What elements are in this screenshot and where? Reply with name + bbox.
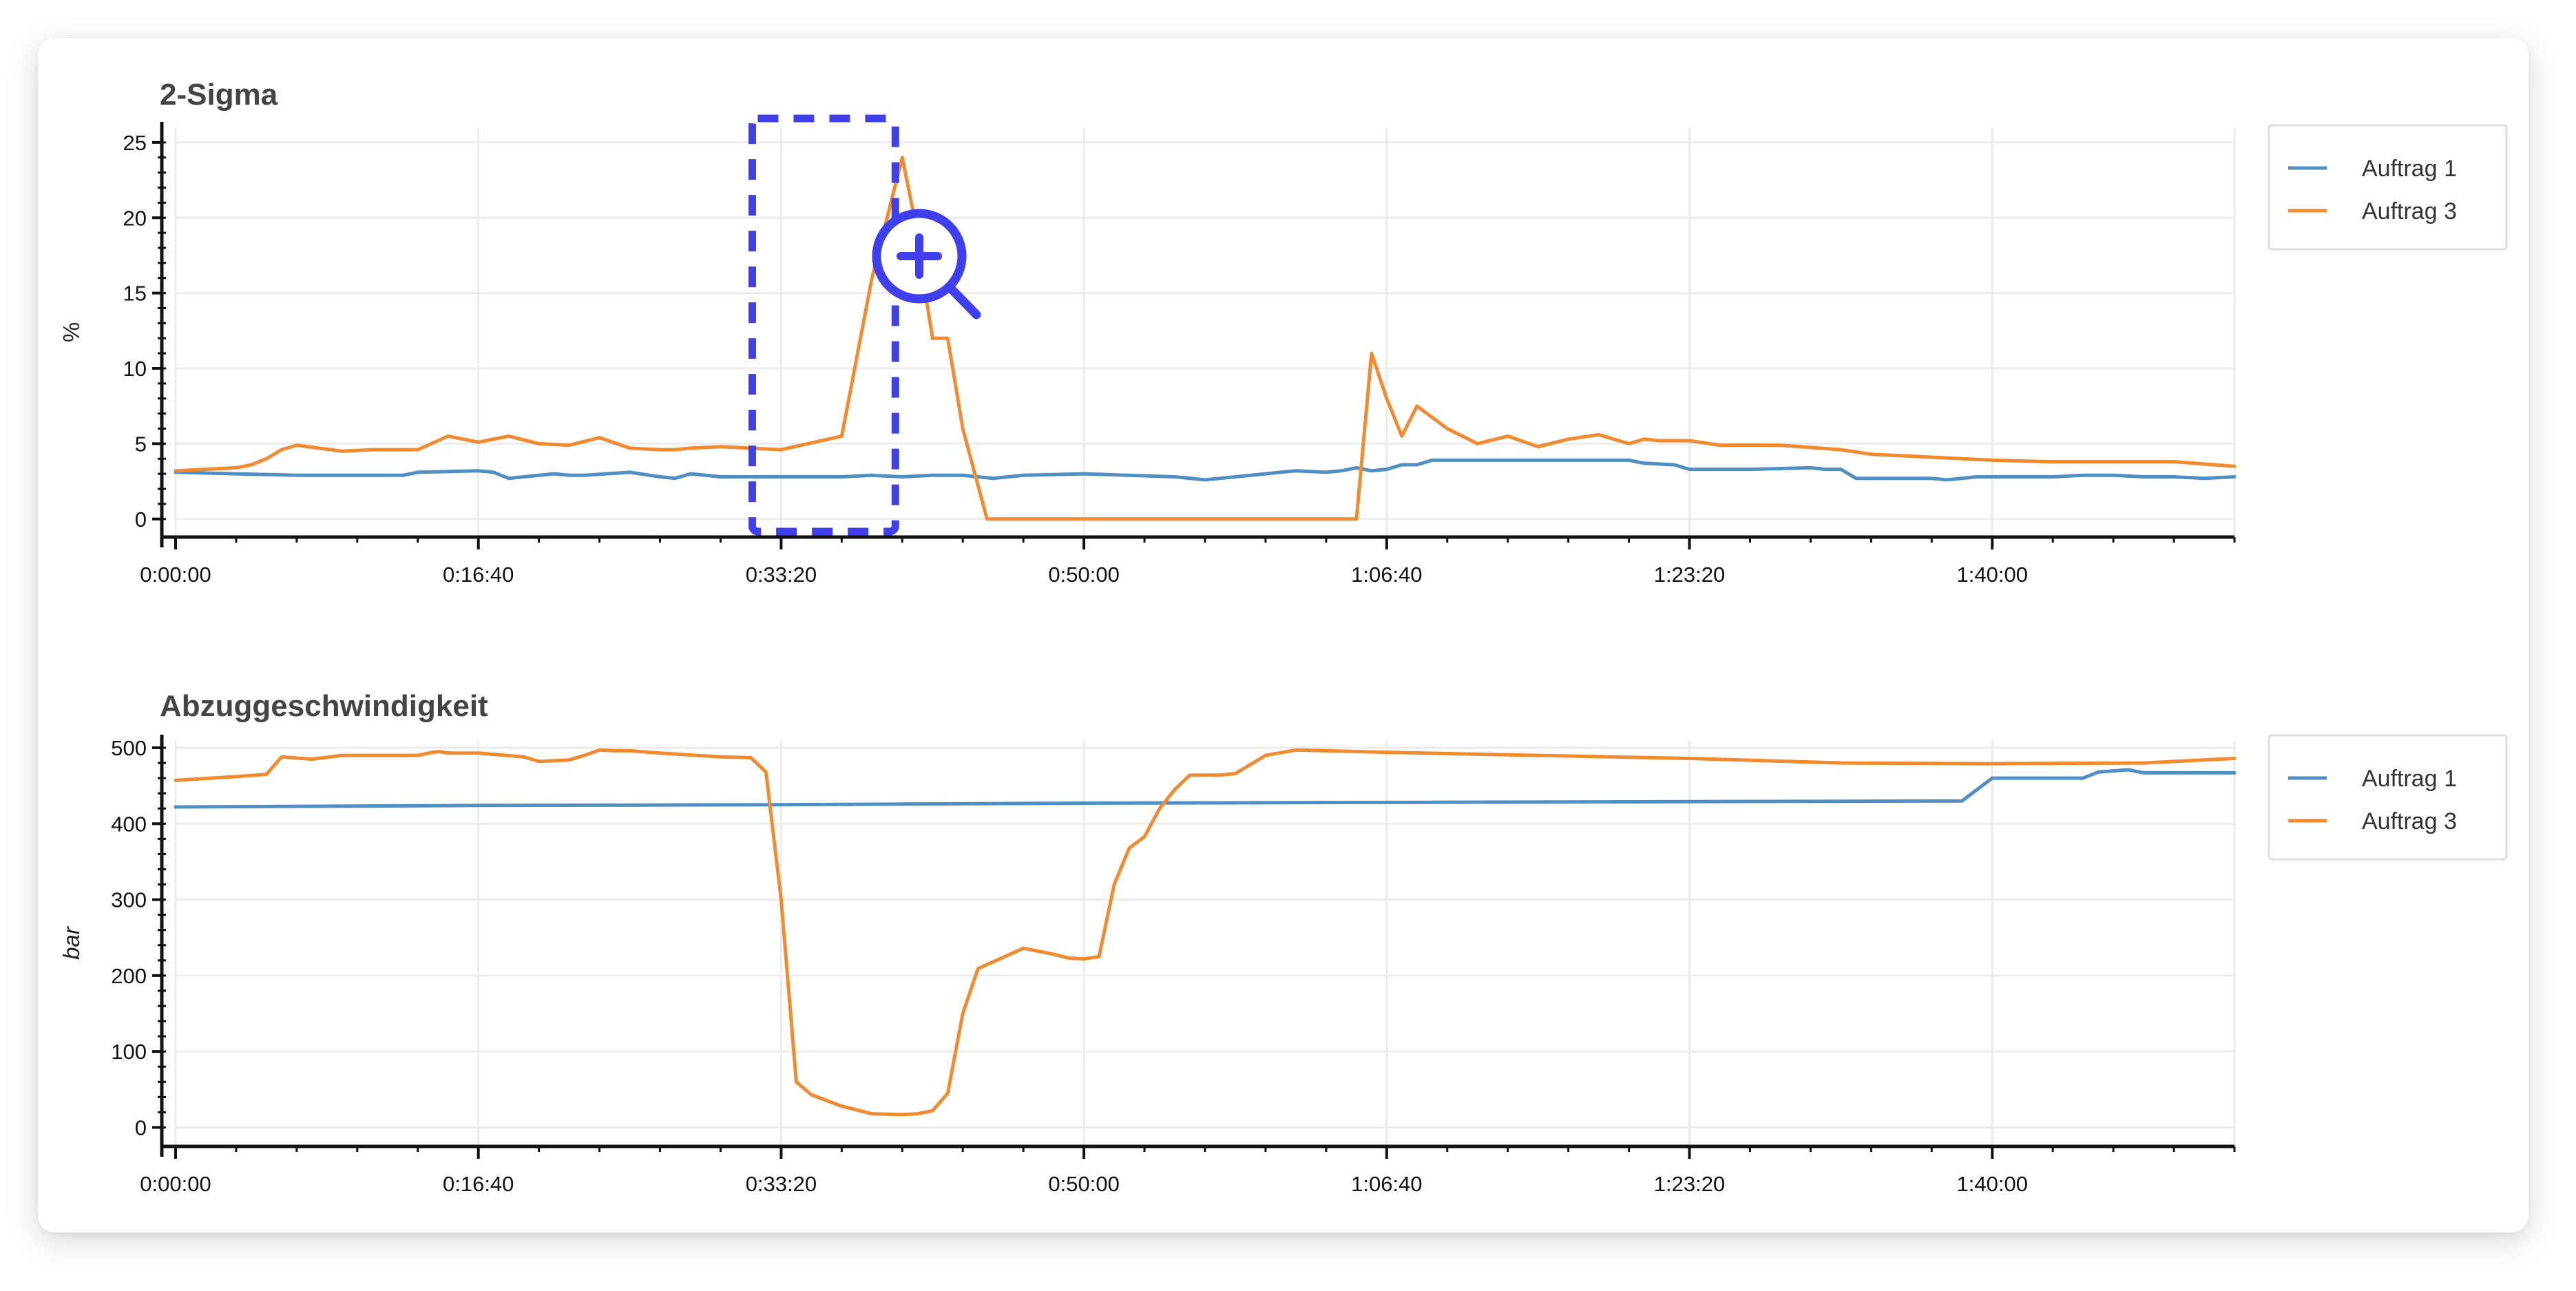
- y-tick-label: 15: [123, 282, 147, 306]
- zoom-handle: [945, 283, 981, 319]
- x-tick-label: 0:00:00: [140, 563, 211, 587]
- series-line-2: [174, 156, 2237, 521]
- x-tick-label: 0:50:00: [1048, 563, 1119, 587]
- y-tick-label: 25: [123, 131, 147, 155]
- x-tick-label: 0:16:40: [443, 1172, 514, 1196]
- chart-panel-2: Abzuggeschwindigkeit bar 0 100 200 300 400 500 0…: [59, 689, 2508, 1196]
- charts-canvas: 2-Sigma% 0 5 10 15 20 25 0:00:00 0:16:40 0:33:20 0…: [59, 78, 2508, 1196]
- zoom-box-outline: [748, 114, 899, 536]
- x-tick-label: 1:06:40: [1351, 563, 1422, 587]
- y-tick-label: 200: [111, 964, 147, 988]
- legend-label: Auftrag 1: [2362, 156, 2457, 182]
- x-tick-label: 0:16:40: [443, 563, 514, 587]
- legend-box: [2268, 124, 2508, 251]
- x-tick-label: 1:23:20: [1654, 563, 1725, 587]
- x-tick-label: 0:00:00: [140, 1172, 211, 1196]
- chart-panel-1: 2-Sigma% 0 5 10 15 20 25 0:00:00 0:16:40 0:33:20 0…: [59, 78, 2508, 587]
- x-tick-label: 1:40:00: [1957, 563, 2028, 587]
- chart-title: Abzuggeschwindigkeit: [160, 689, 488, 723]
- series-line-1: [174, 458, 2237, 482]
- y-axis-label: bar: [59, 925, 84, 960]
- legend-box: [2268, 734, 2508, 861]
- x-tick-label: 0:50:00: [1048, 1172, 1119, 1196]
- x-tick-label: 1:40:00: [1957, 1172, 2028, 1196]
- legend-label: Auftrag 1: [2362, 766, 2457, 792]
- legend-label: Auftrag 3: [2362, 198, 2457, 224]
- chart-title: 2-Sigma: [160, 78, 278, 112]
- y-tick-label: 10: [123, 357, 147, 381]
- x-tick-label: 0:33:20: [746, 563, 817, 587]
- x-tick-label: 0:33:20: [746, 1172, 817, 1196]
- y-tick-label: 20: [123, 206, 147, 230]
- y-tick-label: 400: [111, 812, 147, 836]
- y-tick-label: 300: [111, 888, 147, 912]
- x-tick-label: 1:06:40: [1351, 1172, 1422, 1196]
- x-tick-label: 1:23:20: [1654, 1172, 1725, 1196]
- y-tick-label: 500: [111, 736, 147, 760]
- legend-label: Auftrag 3: [2362, 808, 2457, 835]
- y-tick-label: 5: [135, 432, 147, 456]
- zoom-in-icon[interactable]: [872, 209, 981, 319]
- y-tick-label: 0: [135, 507, 147, 532]
- y-axis-label: %: [59, 322, 84, 342]
- legend: Auftrag 1 Auftrag 3: [2268, 124, 2508, 251]
- y-tick-label: 0: [135, 1115, 147, 1140]
- y-tick-label: 100: [111, 1040, 147, 1064]
- legend: Auftrag 1 Auftrag 3: [2268, 734, 2508, 861]
